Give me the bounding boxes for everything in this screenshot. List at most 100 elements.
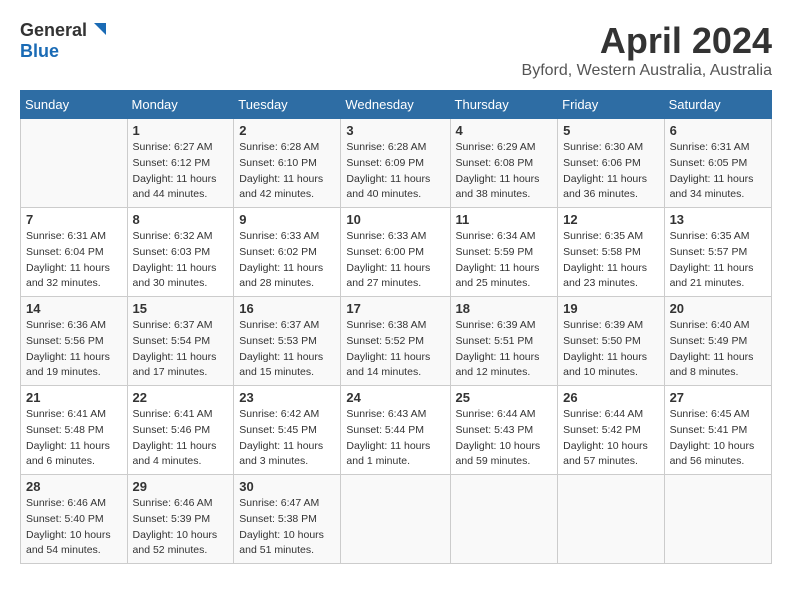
calendar-subtitle: Byford, Western Australia, Australia — [522, 62, 772, 80]
day-number: 24 — [346, 390, 444, 405]
day-info: Sunrise: 6:39 AMSunset: 5:50 PMDaylight:… — [563, 318, 658, 381]
day-number: 11 — [456, 212, 553, 227]
calendar-cell: 20 Sunrise: 6:40 AMSunset: 5:49 PMDayligh… — [664, 297, 771, 386]
day-info: Sunrise: 6:37 AMSunset: 5:54 PMDaylight:… — [133, 318, 229, 381]
day-info: Sunrise: 6:31 AMSunset: 6:05 PMDaylight:… — [670, 140, 766, 203]
day-number: 12 — [563, 212, 658, 227]
day-number: 8 — [133, 212, 229, 227]
day-number: 15 — [133, 301, 229, 316]
calendar-cell: 9 Sunrise: 6:33 AMSunset: 6:02 PMDaylight… — [234, 208, 341, 297]
calendar-body: 1 Sunrise: 6:27 AMSunset: 6:12 PMDaylight… — [21, 119, 772, 564]
calendar-cell: 22 Sunrise: 6:41 AMSunset: 5:46 PMDayligh… — [127, 386, 234, 475]
calendar-cell: 8 Sunrise: 6:32 AMSunset: 6:03 PMDaylight… — [127, 208, 234, 297]
day-info: Sunrise: 6:41 AMSunset: 5:46 PMDaylight:… — [133, 407, 229, 470]
day-number: 17 — [346, 301, 444, 316]
header-monday: Monday — [127, 91, 234, 119]
day-number: 9 — [239, 212, 335, 227]
calendar-cell: 23 Sunrise: 6:42 AMSunset: 5:45 PMDayligh… — [234, 386, 341, 475]
day-number: 20 — [670, 301, 766, 316]
day-info: Sunrise: 6:45 AMSunset: 5:41 PMDaylight:… — [670, 407, 766, 470]
day-info: Sunrise: 6:35 AMSunset: 5:58 PMDaylight:… — [563, 229, 658, 292]
calendar-cell: 27 Sunrise: 6:45 AMSunset: 5:41 PMDayligh… — [664, 386, 771, 475]
header-tuesday: Tuesday — [234, 91, 341, 119]
day-info: Sunrise: 6:40 AMSunset: 5:49 PMDaylight:… — [670, 318, 766, 381]
day-number: 22 — [133, 390, 229, 405]
day-info: Sunrise: 6:34 AMSunset: 5:59 PMDaylight:… — [456, 229, 553, 292]
header-row: Sunday Monday Tuesday Wednesday Thursday… — [21, 91, 772, 119]
calendar-cell: 11 Sunrise: 6:34 AMSunset: 5:59 PMDayligh… — [450, 208, 558, 297]
week-row-1: 1 Sunrise: 6:27 AMSunset: 6:12 PMDaylight… — [21, 119, 772, 208]
calendar-cell: 3 Sunrise: 6:28 AMSunset: 6:09 PMDaylight… — [341, 119, 450, 208]
day-number: 28 — [26, 479, 122, 494]
day-number: 10 — [346, 212, 444, 227]
day-info: Sunrise: 6:36 AMSunset: 5:56 PMDaylight:… — [26, 318, 122, 381]
week-row-2: 7 Sunrise: 6:31 AMSunset: 6:04 PMDaylight… — [21, 208, 772, 297]
day-info: Sunrise: 6:28 AMSunset: 6:09 PMDaylight:… — [346, 140, 444, 203]
logo-blue: Blue — [20, 41, 59, 61]
day-number: 19 — [563, 301, 658, 316]
calendar-cell — [450, 475, 558, 564]
week-row-4: 21 Sunrise: 6:41 AMSunset: 5:48 PMDayligh… — [21, 386, 772, 475]
logo-general: General — [20, 20, 87, 41]
header-friday: Friday — [558, 91, 664, 119]
day-number: 30 — [239, 479, 335, 494]
day-info: Sunrise: 6:46 AMSunset: 5:40 PMDaylight:… — [26, 496, 122, 559]
day-number: 23 — [239, 390, 335, 405]
day-info: Sunrise: 6:42 AMSunset: 5:45 PMDaylight:… — [239, 407, 335, 470]
calendar-cell: 28 Sunrise: 6:46 AMSunset: 5:40 PMDayligh… — [21, 475, 128, 564]
day-info: Sunrise: 6:39 AMSunset: 5:51 PMDaylight:… — [456, 318, 553, 381]
day-number: 5 — [563, 123, 658, 138]
header-wednesday: Wednesday — [341, 91, 450, 119]
day-info: Sunrise: 6:44 AMSunset: 5:42 PMDaylight:… — [563, 407, 658, 470]
calendar-cell — [664, 475, 771, 564]
day-info: Sunrise: 6:44 AMSunset: 5:43 PMDaylight:… — [456, 407, 553, 470]
day-info: Sunrise: 6:38 AMSunset: 5:52 PMDaylight:… — [346, 318, 444, 381]
day-number: 21 — [26, 390, 122, 405]
day-info: Sunrise: 6:46 AMSunset: 5:39 PMDaylight:… — [133, 496, 229, 559]
calendar-cell — [558, 475, 664, 564]
day-number: 16 — [239, 301, 335, 316]
day-number: 27 — [670, 390, 766, 405]
day-info: Sunrise: 6:43 AMSunset: 5:44 PMDaylight:… — [346, 407, 444, 470]
day-number: 29 — [133, 479, 229, 494]
day-number: 25 — [456, 390, 553, 405]
calendar-cell: 7 Sunrise: 6:31 AMSunset: 6:04 PMDaylight… — [21, 208, 128, 297]
day-info: Sunrise: 6:33 AMSunset: 6:02 PMDaylight:… — [239, 229, 335, 292]
day-info: Sunrise: 6:29 AMSunset: 6:08 PMDaylight:… — [456, 140, 553, 203]
day-number: 2 — [239, 123, 335, 138]
day-info: Sunrise: 6:28 AMSunset: 6:10 PMDaylight:… — [239, 140, 335, 203]
calendar-cell: 5Sunrise: 6:30 AMSunset: 6:06 PMDaylight… — [558, 119, 664, 208]
calendar-cell — [341, 475, 450, 564]
day-number: 1 — [133, 123, 229, 138]
day-number: 14 — [26, 301, 122, 316]
calendar-cell: 29 Sunrise: 6:46 AMSunset: 5:39 PMDayligh… — [127, 475, 234, 564]
day-info: Sunrise: 6:27 AMSunset: 6:12 PMDaylight:… — [133, 140, 229, 203]
calendar-cell: 19 Sunrise: 6:39 AMSunset: 5:50 PMDayligh… — [558, 297, 664, 386]
week-row-5: 28 Sunrise: 6:46 AMSunset: 5:40 PMDayligh… — [21, 475, 772, 564]
calendar-cell: 16Sunrise: 6:37 AMSunset: 5:53 PMDayligh… — [234, 297, 341, 386]
day-number: 26 — [563, 390, 658, 405]
calendar-cell: 18 Sunrise: 6:39 AMSunset: 5:51 PMDayligh… — [450, 297, 558, 386]
day-number: 7 — [26, 212, 122, 227]
day-number: 3 — [346, 123, 444, 138]
calendar-cell — [21, 119, 128, 208]
week-row-3: 14 Sunrise: 6:36 AMSunset: 5:56 PMDayligh… — [21, 297, 772, 386]
calendar-cell: 14 Sunrise: 6:36 AMSunset: 5:56 PMDayligh… — [21, 297, 128, 386]
day-number: 6 — [670, 123, 766, 138]
day-info: Sunrise: 6:32 AMSunset: 6:03 PMDaylight:… — [133, 229, 229, 292]
calendar-cell: 13Sunrise: 6:35 AMSunset: 5:57 PMDayligh… — [664, 208, 771, 297]
logo: General Blue — [20, 20, 106, 62]
day-number: 18 — [456, 301, 553, 316]
calendar-cell: 12 Sunrise: 6:35 AMSunset: 5:58 PMDayligh… — [558, 208, 664, 297]
day-info: Sunrise: 6:31 AMSunset: 6:04 PMDaylight:… — [26, 229, 122, 292]
title-area: April 2024 Byford, Western Australia, Au… — [522, 20, 772, 80]
header: General Blue April 2024 Byford, Western … — [20, 20, 772, 80]
calendar-cell: 25 Sunrise: 6:44 AMSunset: 5:43 PMDayligh… — [450, 386, 558, 475]
day-info: Sunrise: 6:41 AMSunset: 5:48 PMDaylight:… — [26, 407, 122, 470]
day-info: Sunrise: 6:47 AMSunset: 5:38 PMDaylight:… — [239, 496, 335, 559]
calendar-cell: 10Sunrise: 6:33 AMSunset: 6:00 PMDayligh… — [341, 208, 450, 297]
calendar-cell: 15 Sunrise: 6:37 AMSunset: 5:54 PMDayligh… — [127, 297, 234, 386]
calendar-cell: 21 Sunrise: 6:41 AMSunset: 5:48 PMDayligh… — [21, 386, 128, 475]
header-thursday: Thursday — [450, 91, 558, 119]
calendar-cell: 2 Sunrise: 6:28 AMSunset: 6:10 PMDaylight… — [234, 119, 341, 208]
